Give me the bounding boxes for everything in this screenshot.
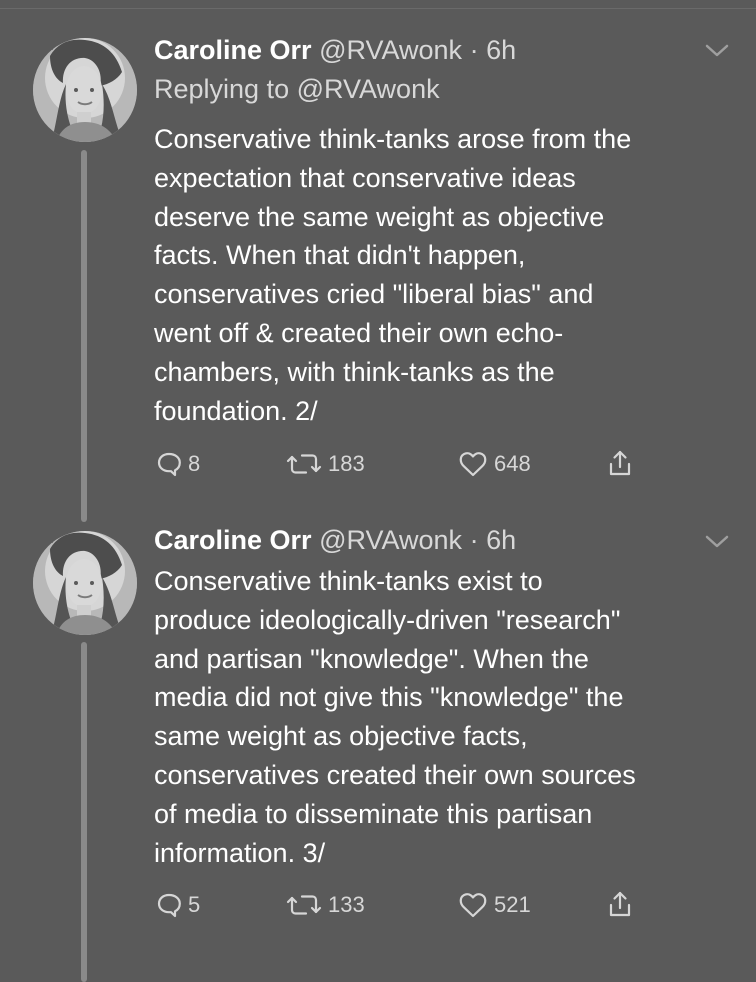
avatar-icon	[33, 38, 137, 142]
replying-to-line: Replying to @RVAwonk	[154, 73, 440, 105]
retweet-icon	[286, 895, 322, 915]
reply-icon	[157, 452, 181, 477]
reply-button[interactable]: 8	[154, 447, 200, 481]
thread-line	[81, 150, 87, 522]
tweet-actions: 5 133 521	[154, 888, 674, 922]
retweet-count: 183	[328, 451, 365, 476]
tweet-time[interactable]: 6h	[486, 35, 516, 65]
retweet-button[interactable]: 183	[284, 447, 365, 481]
more-options-button[interactable]	[702, 531, 732, 551]
tweet-header: Caroline Orr @RVAwonk · 6h	[154, 34, 516, 66]
like-button[interactable]: 521	[456, 888, 531, 922]
reply-button[interactable]: 5	[154, 888, 200, 922]
chevron-down-icon	[705, 44, 729, 57]
separator-dot: ·	[469, 525, 479, 555]
chevron-down-icon	[705, 535, 729, 548]
author-name[interactable]: Caroline Orr	[154, 35, 312, 65]
like-button[interactable]: 648	[456, 447, 531, 481]
separator-dot: ·	[469, 35, 479, 65]
reply-count: 8	[188, 451, 201, 476]
author-handle[interactable]: @RVAwonk	[319, 525, 462, 555]
tweet-text: Conservative think-tanks exist to produc…	[154, 566, 636, 868]
share-icon	[609, 450, 631, 476]
avatar-icon	[33, 531, 137, 635]
retweet-icon	[286, 454, 322, 474]
tweet-header: Caroline Orr @RVAwonk · 6h	[154, 524, 516, 556]
author-handle[interactable]: @RVAwonk	[319, 35, 462, 65]
avatar[interactable]	[33, 531, 137, 635]
heart-icon	[459, 452, 487, 477]
tweet-time[interactable]: 6h	[486, 525, 516, 555]
heart-icon	[459, 893, 487, 918]
replying-to-handle[interactable]: @RVAwonk	[297, 74, 440, 104]
more-options-button[interactable]	[702, 40, 732, 60]
avatar[interactable]	[33, 38, 137, 142]
retweet-button[interactable]: 133	[284, 888, 365, 922]
share-icon	[609, 891, 631, 917]
tweet-actions: 8 183 648	[154, 447, 674, 481]
thread-line	[81, 642, 87, 982]
reply-count: 5	[188, 892, 201, 917]
replying-to-label: Replying to	[154, 74, 290, 104]
share-button[interactable]	[604, 888, 636, 922]
tweet-text: Conservative think-tanks arose from the …	[154, 124, 632, 426]
reply-icon	[157, 893, 181, 918]
tweet-card[interactable]: Caroline Orr @RVAwonk · 6h Replying to @…	[0, 0, 756, 522]
retweet-count: 133	[328, 892, 365, 917]
share-button[interactable]	[604, 447, 636, 481]
tweet-card[interactable]: Caroline Orr @RVAwonk · 6h Conservative …	[0, 520, 756, 982]
author-name[interactable]: Caroline Orr	[154, 525, 312, 555]
like-count: 521	[494, 892, 531, 917]
like-count: 648	[494, 451, 531, 476]
